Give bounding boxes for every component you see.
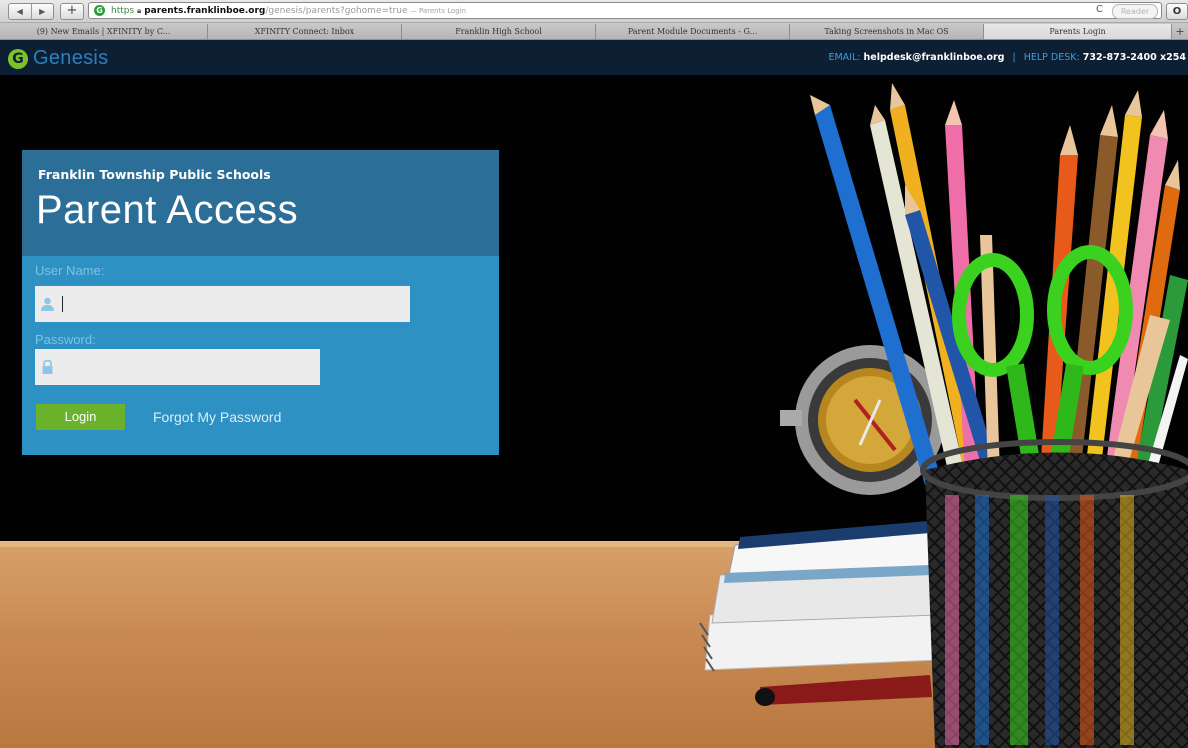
- url-text: https 🔒︎ parents.franklinboe.org/genesis…: [111, 4, 466, 18]
- genesis-logo-icon: G: [8, 48, 28, 69]
- forgot-password-link[interactable]: Forgot My Password: [153, 409, 281, 425]
- tab-parents-login[interactable]: Parents Login: [984, 24, 1172, 39]
- login-panel-header: Franklin Township Public Schools Parent …: [22, 150, 499, 256]
- genesis-logo-text: Genesis: [33, 47, 109, 69]
- mesh-pencil-cup: [920, 439, 1188, 748]
- user-icon: [41, 297, 54, 311]
- login-panel: Franklin Township Public Schools Parent …: [22, 150, 499, 455]
- back-arrow-icon[interactable]: ◀: [9, 4, 31, 19]
- username-field[interactable]: [35, 286, 410, 322]
- tab-bar: (9) New Emails | XFINITY by C... XFINITY…: [0, 23, 1188, 40]
- username-label: User Name:: [35, 263, 105, 278]
- lock-icon: [42, 360, 53, 374]
- tab-xfinity-inbox[interactable]: XFINITY Connect: Inbox: [208, 24, 402, 39]
- forward-arrow-icon[interactable]: ▶: [30, 4, 54, 19]
- school-supplies-illustration: [699, 83, 1188, 748]
- favicon-icon: G: [94, 5, 105, 16]
- portal-title: Parent Access: [36, 188, 299, 232]
- help-contact: EMAIL: helpdesk@franklinboe.org | HELP D…: [828, 52, 1186, 64]
- page-viewport: G Genesis EMAIL: helpdesk@franklinboe.or…: [0, 40, 1188, 748]
- username-input[interactable]: [61, 286, 401, 322]
- password-input[interactable]: [61, 349, 311, 385]
- tab-taking-screenshots[interactable]: Taking Screenshots in Mac OS: [790, 24, 984, 39]
- tab-xfinity-emails[interactable]: (9) New Emails | XFINITY by C...: [0, 24, 208, 39]
- address-bar[interactable]: G https 🔒︎ parents.franklinboe.org/genes…: [88, 2, 1162, 19]
- url-scheme: https: [111, 6, 135, 16]
- password-field[interactable]: [35, 349, 320, 385]
- genesis-logo: G Genesis: [8, 47, 108, 70]
- app-header: G Genesis EMAIL: helpdesk@franklinboe.or…: [0, 40, 1188, 75]
- browser-toolbar: ◀ ▶ + G https 🔒︎ parents.franklinboe.org…: [0, 0, 1188, 23]
- url-path: /genesis/parents?gohome=true: [265, 6, 408, 16]
- email-value: helpdesk@franklinboe.org: [863, 52, 1005, 63]
- nav-buttons: ◀ ▶: [8, 3, 54, 20]
- reader-button[interactable]: Reader: [1112, 4, 1158, 19]
- lock-icon: 🔒︎: [137, 6, 142, 15]
- plus-icon[interactable]: +: [60, 3, 84, 20]
- tab-parent-module-docs[interactable]: Parent Module Documents - G...: [596, 24, 790, 39]
- url-page-title: — Parents Login: [407, 7, 467, 15]
- helpdesk-label: HELP DESK:: [1023, 52, 1080, 63]
- login-button[interactable]: Login: [36, 404, 125, 430]
- notebook-stack: [699, 521, 941, 706]
- password-label: Password:: [35, 332, 96, 347]
- email-label: EMAIL:: [828, 52, 861, 63]
- sidebar-button[interactable]: O: [1166, 3, 1188, 20]
- header-separator: |: [1012, 52, 1016, 63]
- tab-franklin-high[interactable]: Franklin High School: [402, 24, 596, 39]
- new-tab-plus-icon[interactable]: +: [1172, 24, 1188, 39]
- helpdesk-phone: 732-873-2400 x254: [1082, 52, 1186, 63]
- url-host: parents.franklinboe.org: [144, 6, 266, 16]
- reload-icon[interactable]: C: [1096, 4, 1103, 15]
- district-name: Franklin Township Public Schools: [38, 167, 271, 182]
